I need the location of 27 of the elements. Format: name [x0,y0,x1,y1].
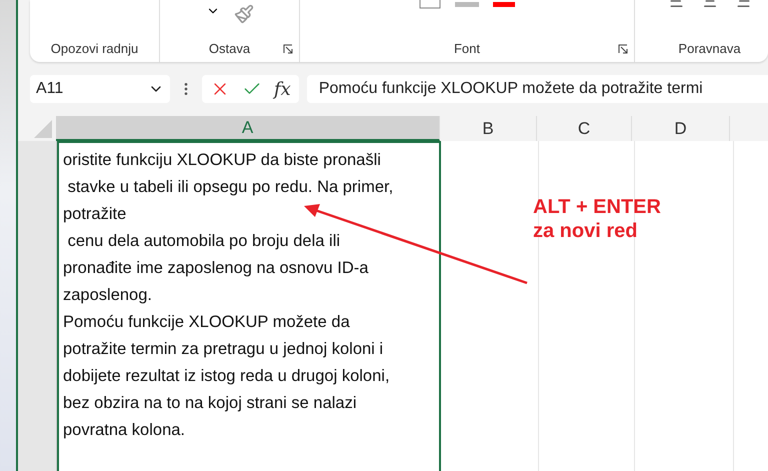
cell-text-line: oristite funkciju XLOOKUP da biste pronašli [63,150,382,171]
cell-text-line: pronađite ime zaposlenog na osnovu ID-a [63,258,370,279]
cell-text-line: cenu dela automobila po broju dela ili [66,231,342,252]
cell-text-line: stavke u tabeli ili opsegu po redu. Na primer, [66,177,394,198]
group-label: Poravnava [678,41,741,56]
insert-function-button[interactable]: fx [274,78,291,100]
column-header[interactable]: A [56,116,440,141]
cell-text-line: potražite termin za pretragu u jednoj koloni i [63,339,384,360]
cell-text-line: zaposlenog. [63,285,153,306]
dialog-launcher-icon[interactable] [618,44,628,54]
formula-field[interactable]: Pomoću funkcije XLOOKUP možete da potražite termi [306,75,768,103]
dialog-launcher-icon[interactable] [283,44,293,54]
cell-text-line: bez obzira na to na kojoj strani se nalazi [63,393,358,414]
group-label: Font [454,41,480,56]
name-box[interactable]: A11 [30,75,170,103]
font-color-icon[interactable] [493,0,515,8]
cell-text-line: potražite [63,204,128,225]
paintbrush-icon[interactable] [234,4,254,24]
cell-text-line: Pomoću funkcije XLOOKUP možete da [63,312,351,333]
active-cell[interactable] [57,141,441,471]
annotation-text: ALT + ENTER za novi red [533,195,661,243]
cell-text-line: dobijete rezultat iz istog reda u drugoj koloni, [63,366,391,387]
cell-reference: A11 [36,80,64,98]
group-label: Opozovi radnju [50,41,138,56]
cell-text-line: povratna kolona. [63,420,186,441]
fill-color-icon[interactable] [455,0,479,8]
group-label: Ostava [208,41,250,56]
